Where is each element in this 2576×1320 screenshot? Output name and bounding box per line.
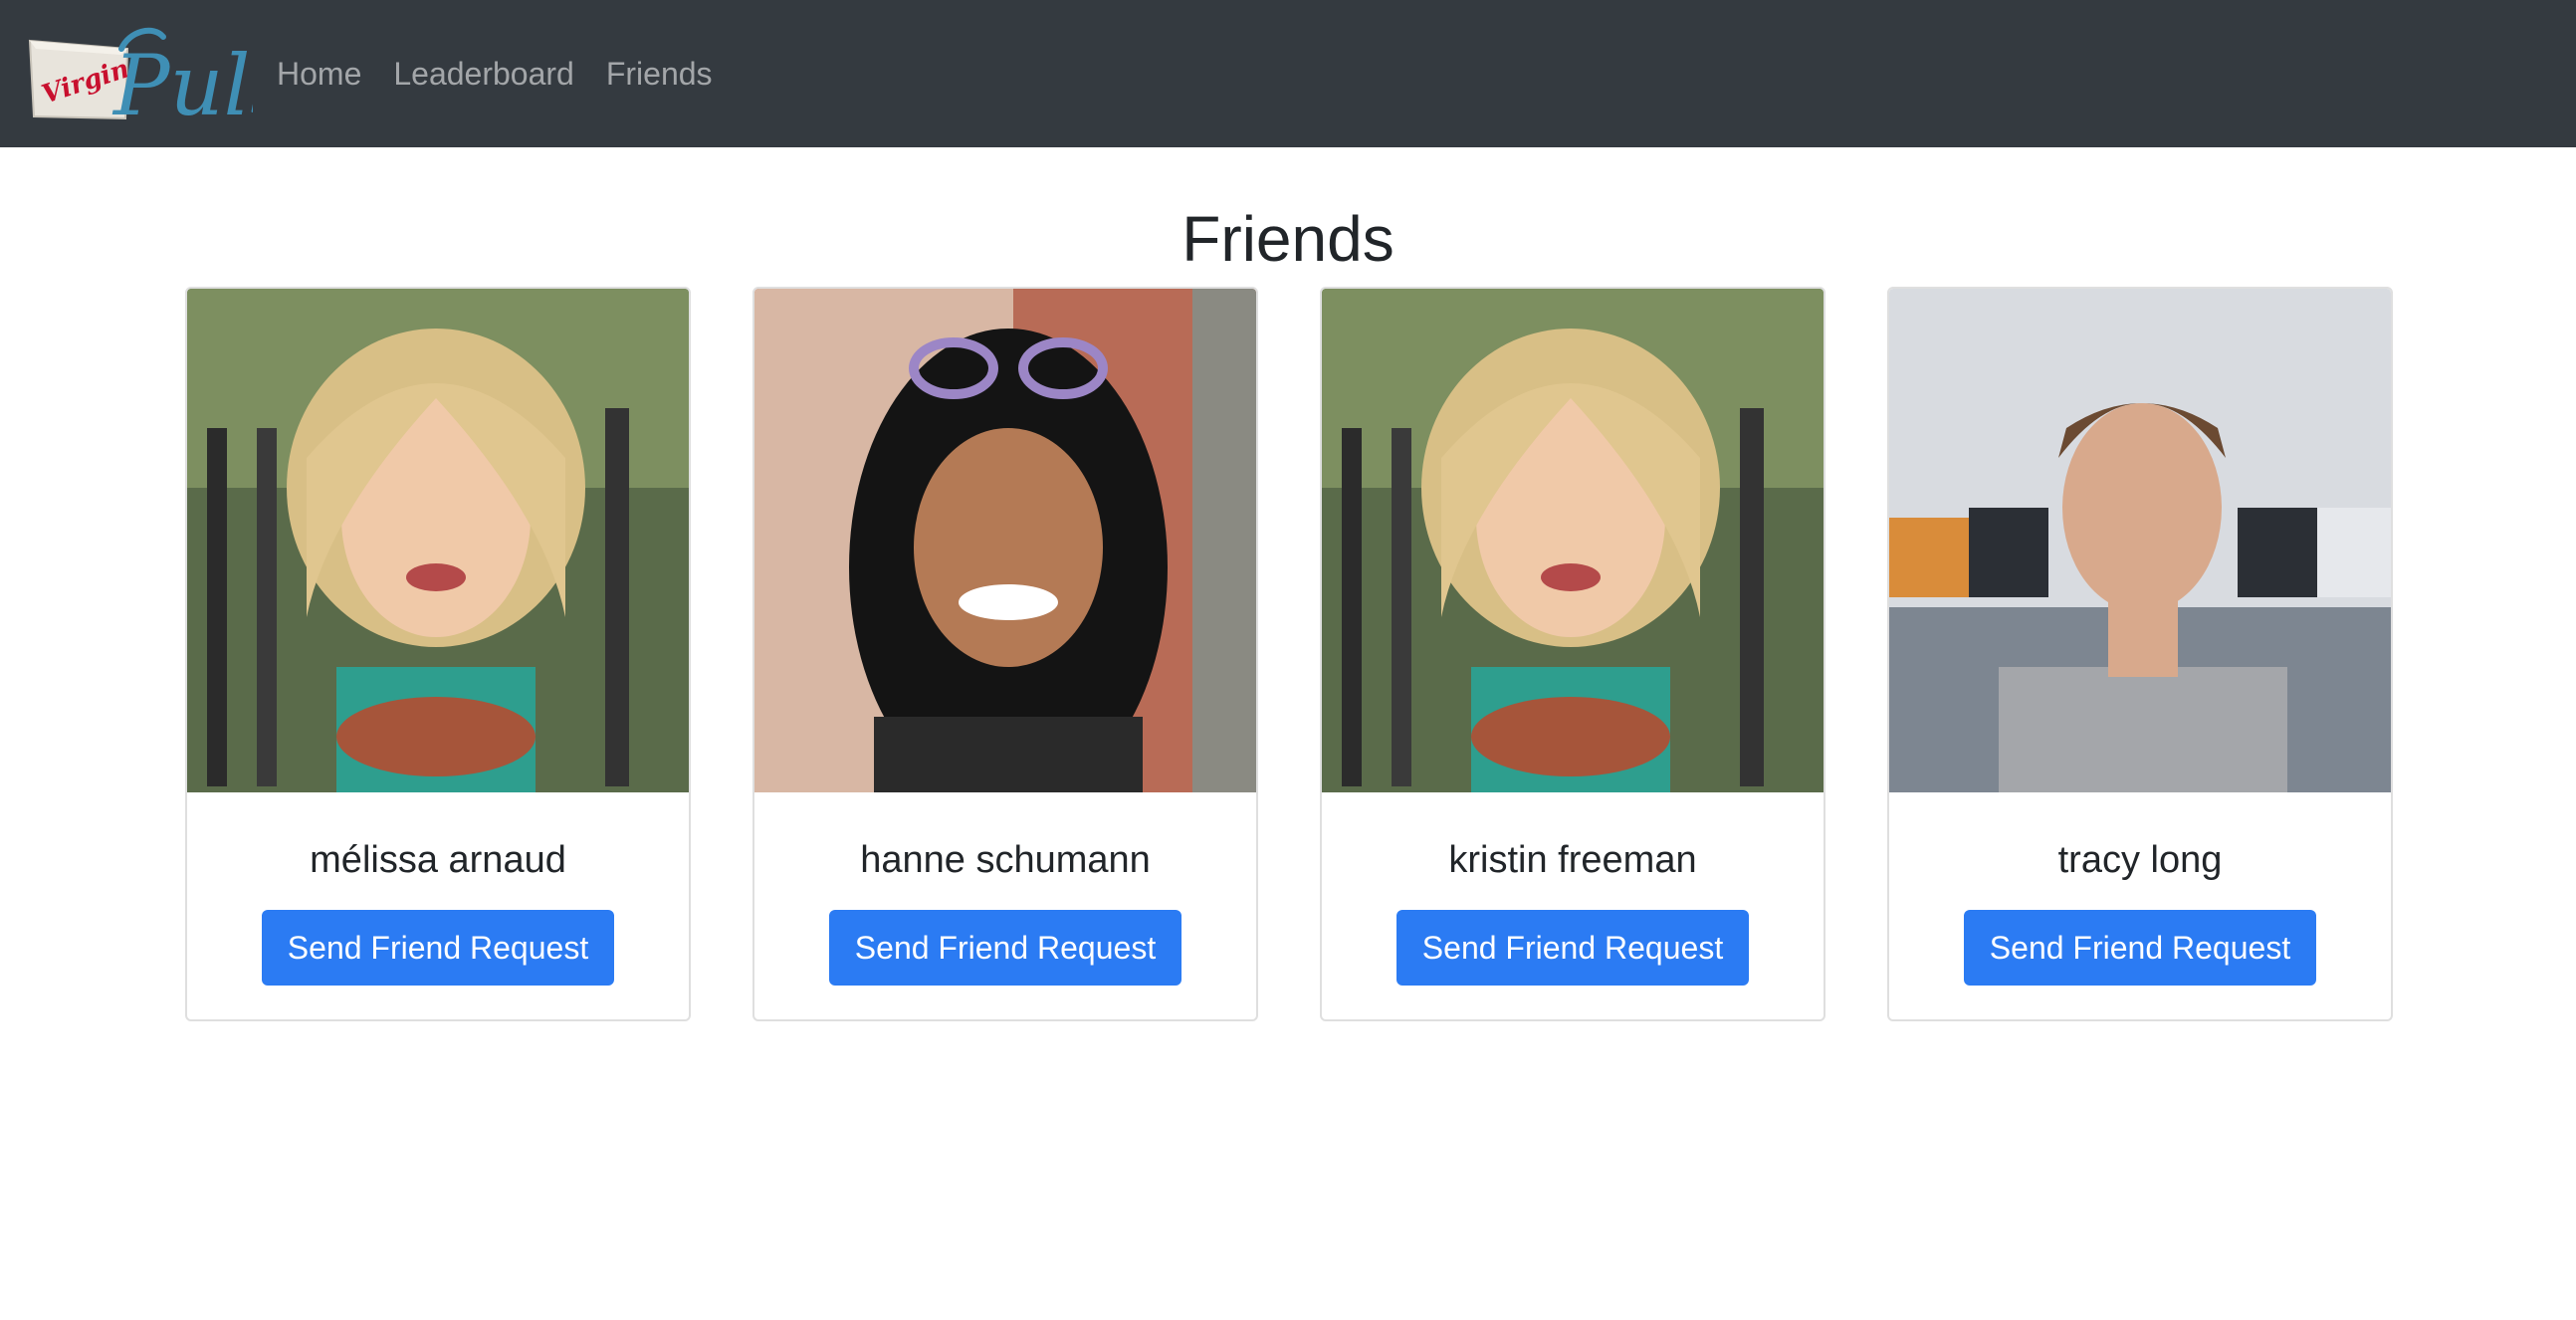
friend-photo [187,289,689,792]
friend-name: hanne schumann [860,839,1151,881]
friend-name: kristin freeman [1448,839,1697,881]
nav-link-home[interactable]: Home [277,56,361,93]
friend-card: tracy long Send Friend Request [1887,287,2393,1021]
send-friend-request-button[interactable]: Send Friend Request [829,910,1181,986]
friend-photo [754,289,1256,792]
friend-photo [1322,289,1824,792]
friends-card-list: mélissa arnaud Send Friend Request hanne… [185,287,2395,1021]
friend-card: mélissa arnaud Send Friend Request [185,287,691,1021]
virgin-pulse-logo[interactable]: Virgin Pulse [26,19,342,134]
nav-link-leaderboard[interactable]: Leaderboard [393,56,573,93]
friend-card: kristin freeman Send Friend Request [1320,287,1825,1021]
friend-name: tracy long [2057,839,2223,881]
send-friend-request-button[interactable]: Send Friend Request [262,910,614,986]
page-title: Friends [1181,203,1395,275]
top-navbar: Virgin Pulse Home Leaderboard Friends [0,0,2576,147]
friend-card: hanne schumann Send Friend Request [752,287,1258,1021]
send-friend-request-button[interactable]: Send Friend Request [1964,910,2316,986]
send-friend-request-button[interactable]: Send Friend Request [1396,910,1749,986]
friend-name: mélissa arnaud [310,839,566,881]
svg-text:Pulse: Pulse [111,37,253,128]
friend-photo [1889,289,2391,792]
nav-link-friends[interactable]: Friends [606,56,713,93]
